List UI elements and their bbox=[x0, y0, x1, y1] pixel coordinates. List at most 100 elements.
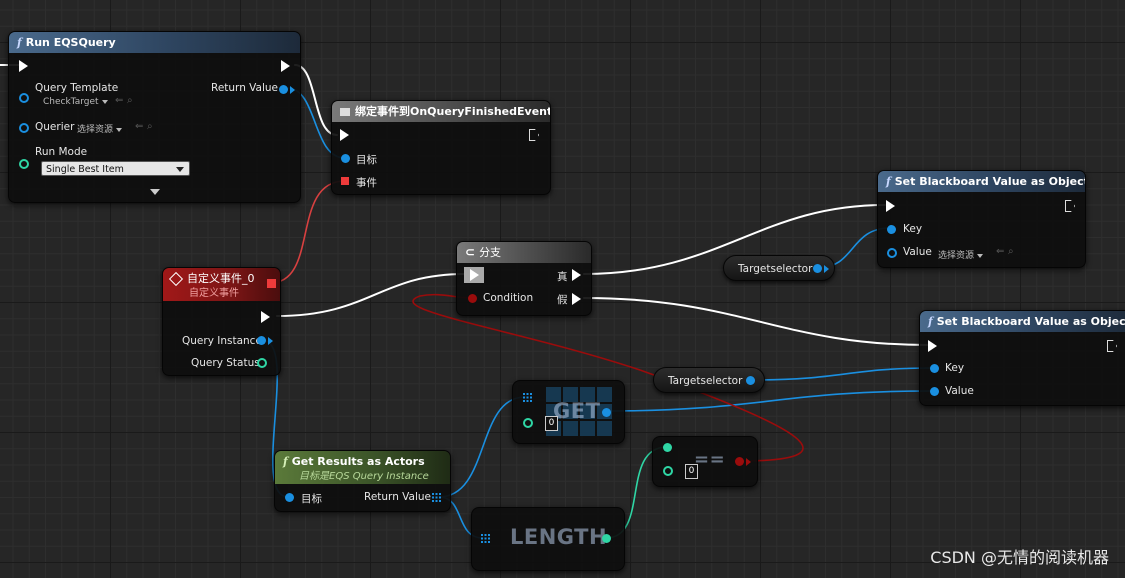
array-grid-icon[interactable] bbox=[432, 493, 441, 502]
variable-label: Targetselector bbox=[738, 263, 813, 275]
run-eqs-query-node[interactable]: f Run EQSQuery Query Template CheckTarget… bbox=[8, 31, 301, 203]
true-exec-pin[interactable] bbox=[572, 269, 581, 281]
key-pin[interactable] bbox=[887, 225, 896, 234]
node-header[interactable]: 绑定事件到OnQueryFinishedEvent bbox=[332, 101, 550, 122]
value-pin[interactable] bbox=[930, 387, 939, 396]
return-value-pin[interactable] bbox=[279, 85, 288, 94]
querier-dropdown[interactable]: 选择资源 bbox=[77, 122, 123, 135]
return-value-label: Return Value bbox=[364, 491, 432, 503]
use-selected-asset-icon[interactable]: ⇐ bbox=[996, 246, 1004, 257]
b-value-input[interactable]: 0 bbox=[685, 464, 698, 479]
node-title: 分支 bbox=[479, 246, 502, 259]
run-mode-label: Run Mode bbox=[35, 146, 88, 158]
exec-out-pin[interactable] bbox=[261, 311, 270, 323]
query-instance-label: Query Instance bbox=[182, 335, 262, 347]
b-input-pin[interactable] bbox=[663, 466, 673, 476]
browse-icon[interactable]: ⌕ bbox=[147, 121, 153, 132]
object-wire-get-to-value2 bbox=[605, 390, 933, 412]
exec-in-pin[interactable] bbox=[886, 200, 895, 212]
node-header[interactable]: f Run EQSQuery bbox=[9, 32, 300, 53]
node-header[interactable]: f Set Blackboard Value as Object bbox=[920, 311, 1125, 332]
function-icon: f bbox=[283, 455, 288, 468]
get-array-node[interactable]: GET 0 bbox=[512, 380, 625, 444]
node-title: == bbox=[694, 449, 726, 470]
node-header[interactable]: ⊂ 分支 bbox=[457, 242, 591, 263]
result-out-pin[interactable] bbox=[735, 457, 744, 466]
key-label: Key bbox=[945, 362, 965, 374]
node-title: Set Blackboard Value as Object bbox=[894, 175, 1085, 188]
event-pin[interactable] bbox=[341, 177, 349, 185]
false-label: 假 bbox=[557, 294, 568, 306]
expand-node-icon[interactable] bbox=[150, 189, 160, 195]
browse-icon[interactable]: ⌕ bbox=[1008, 246, 1014, 257]
condition-pin[interactable] bbox=[468, 294, 477, 303]
key-pin[interactable] bbox=[930, 364, 939, 373]
bind-event-node[interactable]: 绑定事件到OnQueryFinishedEvent 目标 事件 bbox=[331, 100, 551, 195]
exec-out-pin[interactable] bbox=[281, 60, 290, 72]
query-status-label: Query Status bbox=[191, 357, 260, 369]
run-mode-value: Single Best Item bbox=[46, 164, 124, 175]
target-pin[interactable] bbox=[341, 154, 350, 163]
query-instance-pin[interactable] bbox=[257, 336, 266, 345]
key-label: Key bbox=[903, 223, 923, 235]
node-header[interactable]: f Get Results as Actors 目标是EQS Query Inst… bbox=[275, 451, 450, 484]
length-node[interactable]: LENGTH bbox=[471, 507, 625, 571]
delegate-out-pin[interactable] bbox=[267, 279, 276, 288]
branch-node[interactable]: ⊂ 分支 真 Condition 假 bbox=[456, 241, 592, 316]
set-blackboard-node-2[interactable]: f Set Blackboard Value as Object Key Valu… bbox=[919, 310, 1125, 406]
function-icon: f bbox=[886, 175, 891, 188]
run-mode-select[interactable]: Single Best Item bbox=[41, 161, 190, 176]
node-title: Set Blackboard Value as Object bbox=[936, 315, 1125, 328]
target-label: 目标 bbox=[301, 493, 322, 505]
node-header[interactable]: f Set Blackboard Value as Object bbox=[878, 171, 1085, 192]
equals-node[interactable]: == 0 bbox=[652, 436, 758, 487]
value-default: 选择资源 bbox=[938, 251, 975, 261]
targetselector-getter-1[interactable]: Targetselector bbox=[723, 255, 835, 281]
query-template-dropdown[interactable]: CheckTarget bbox=[43, 97, 108, 107]
variable-label: Targetselector bbox=[668, 375, 743, 387]
exec-wire-false-to-set2 bbox=[583, 297, 929, 346]
use-selected-asset-icon[interactable]: ⇐ bbox=[135, 121, 143, 132]
exec-in-pin[interactable] bbox=[340, 129, 349, 141]
a-input-pin[interactable] bbox=[663, 443, 672, 452]
delegate-icon bbox=[340, 108, 350, 116]
item-out-pin[interactable] bbox=[602, 408, 611, 417]
set-blackboard-node-1[interactable]: f Set Blackboard Value as Object Key Valu… bbox=[877, 170, 1086, 268]
node-subtitle: 目标是EQS Query Instance bbox=[299, 471, 429, 482]
query-template-pin[interactable] bbox=[19, 93, 29, 103]
length-out-pin[interactable] bbox=[602, 534, 611, 543]
targetselector-getter-2[interactable]: Targetselector bbox=[653, 367, 765, 393]
false-exec-pin[interactable] bbox=[572, 293, 581, 305]
run-mode-pin[interactable] bbox=[19, 159, 29, 169]
value-pin[interactable] bbox=[887, 248, 897, 258]
value-label: Value bbox=[903, 246, 932, 258]
chevron-down-icon bbox=[176, 167, 184, 172]
chevron-down-icon bbox=[101, 99, 108, 104]
exec-out-pin[interactable] bbox=[1065, 200, 1075, 212]
use-selected-asset-icon[interactable]: ⇐ bbox=[115, 95, 123, 106]
browse-icon[interactable]: ⌕ bbox=[127, 95, 133, 106]
index-input[interactable]: 0 bbox=[545, 416, 558, 431]
chevron-down-icon bbox=[116, 127, 123, 132]
exec-in-pin[interactable] bbox=[464, 267, 484, 283]
node-header[interactable]: 自定义事件_0 自定义事件 bbox=[163, 268, 280, 301]
query-status-pin[interactable] bbox=[257, 358, 267, 368]
query-template-value: CheckTarget bbox=[43, 97, 99, 107]
array-grid-icon[interactable] bbox=[523, 393, 532, 402]
node-title: GET bbox=[553, 399, 601, 423]
exec-out-pin[interactable] bbox=[1107, 340, 1117, 352]
variable-out-pin[interactable] bbox=[746, 376, 755, 385]
event-diamond-icon bbox=[168, 271, 184, 287]
custom-event-node[interactable]: 自定义事件_0 自定义事件 Query Instance Query Statu… bbox=[162, 267, 281, 376]
query-template-label: Query Template bbox=[35, 82, 119, 94]
value-dropdown[interactable]: 选择资源 bbox=[938, 248, 984, 261]
variable-out-pin[interactable] bbox=[813, 264, 822, 273]
exec-in-pin[interactable] bbox=[928, 340, 937, 352]
get-results-as-actors-node[interactable]: f Get Results as Actors 目标是EQS Query Inst… bbox=[274, 450, 451, 512]
querier-pin[interactable] bbox=[19, 123, 29, 133]
exec-out-pin[interactable] bbox=[529, 129, 539, 141]
exec-in-pin[interactable] bbox=[19, 60, 28, 72]
target-pin[interactable] bbox=[285, 493, 294, 502]
array-grid-icon[interactable] bbox=[481, 534, 490, 543]
index-pin[interactable] bbox=[523, 418, 533, 428]
